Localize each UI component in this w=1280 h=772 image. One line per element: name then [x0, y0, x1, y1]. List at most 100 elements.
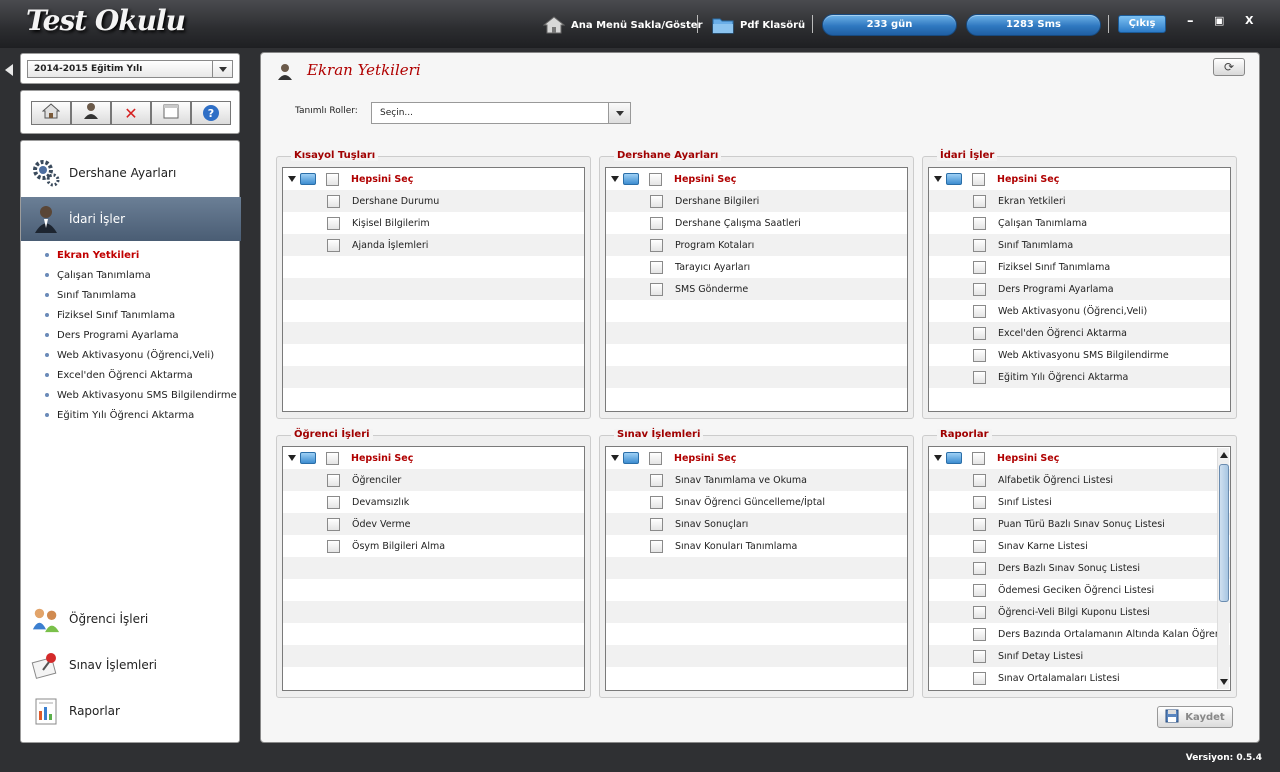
sub-item-ders-programi-ayarlama[interactable]: Ders Programi Ayarlama	[45, 327, 179, 343]
permission-row[interactable]: SMS Gönderme	[606, 278, 907, 300]
education-year-select[interactable]: 2014-2015 Eğitim Yılı	[27, 60, 233, 78]
exit-button[interactable]: Çıkış	[1118, 15, 1166, 33]
permission-row[interactable]: Alfabetik Öğrenci Listesi	[929, 469, 1230, 491]
checkbox[interactable]	[973, 495, 986, 509]
permission-row[interactable]: Program Kotaları	[606, 234, 907, 256]
minimize-button[interactable]: –	[1187, 14, 1194, 29]
permission-row[interactable]: Ajanda İşlemleri	[283, 234, 584, 256]
permission-row[interactable]: Excel'den Öğrenci Aktarma	[929, 322, 1230, 344]
permission-row[interactable]: Eğitim Yılı Öğrenci Aktarma	[929, 366, 1230, 388]
checkbox[interactable]	[327, 495, 340, 509]
select-all-row[interactable]: Hepsini Seç	[929, 447, 1230, 469]
help-button[interactable]: ?	[191, 101, 231, 125]
scroll-up-arrow-icon[interactable]	[1220, 452, 1228, 458]
permission-row[interactable]: Sınav Tanımlama ve Okuma	[606, 469, 907, 491]
checkbox[interactable]	[973, 517, 986, 531]
permission-row[interactable]: Devamsızlık	[283, 491, 584, 513]
checkbox[interactable]	[327, 194, 340, 208]
checkbox[interactable]	[972, 451, 985, 465]
permission-row[interactable]: Öğrenciler	[283, 469, 584, 491]
checkbox[interactable]	[327, 238, 340, 252]
permission-row[interactable]: Kişisel Bilgilerim	[283, 212, 584, 234]
permission-row[interactable]: Ders Bazlı Sınav Sonuç Listesi	[929, 557, 1230, 579]
permission-row[interactable]: Web Aktivasyonu (Öğrenci,Veli)	[929, 300, 1230, 322]
expand-arrow-icon[interactable]	[611, 176, 619, 182]
checkbox[interactable]	[327, 517, 340, 531]
checkbox[interactable]	[973, 194, 986, 208]
scrollbar-thumb[interactable]	[1219, 464, 1229, 602]
checkbox[interactable]	[650, 495, 663, 509]
checkbox[interactable]	[650, 473, 663, 487]
checkbox[interactable]	[327, 216, 340, 230]
sidebar-item-ogrenci-isleri[interactable]: Öğrenci İşleri	[21, 597, 241, 641]
sub-item-ekran-yetkileri[interactable]: Ekran Yetkileri	[45, 247, 139, 263]
select-all-row[interactable]: Hepsini Seç	[283, 447, 584, 469]
expand-arrow-icon[interactable]	[611, 455, 619, 461]
permission-row[interactable]: Sınıf Detay Listesi	[929, 645, 1230, 667]
permission-row[interactable]: Ödev Verme	[283, 513, 584, 535]
sub-item-egitim-yili-ogrenci-aktarma[interactable]: Eğitim Yılı Öğrenci Aktarma	[45, 407, 194, 423]
checkbox[interactable]	[650, 194, 663, 208]
close-button[interactable]: X	[1245, 14, 1253, 27]
checkbox[interactable]	[973, 304, 986, 318]
roles-select[interactable]: Seçin...	[371, 102, 631, 124]
permission-row[interactable]: Fiziksel Sınıf Tanımlama	[929, 256, 1230, 278]
permission-row[interactable]: Çalışan Tanımlama	[929, 212, 1230, 234]
sub-item-web-aktivasyonu[interactable]: Web Aktivasyonu (Öğrenci,Veli)	[45, 347, 214, 363]
sub-item-calisan-tanimlama[interactable]: Çalışan Tanımlama	[45, 267, 151, 283]
permission-row[interactable]: Dershane Bilgileri	[606, 190, 907, 212]
restore-button[interactable]: ▣	[1214, 14, 1224, 27]
checkbox[interactable]	[973, 561, 986, 575]
permission-row[interactable]: Sınıf Listesi	[929, 491, 1230, 513]
calendar-button[interactable]	[151, 101, 191, 125]
checkbox[interactable]	[973, 282, 986, 296]
permission-row[interactable]: Dershane Durumu	[283, 190, 584, 212]
checkbox[interactable]	[973, 326, 986, 340]
home-button[interactable]	[31, 101, 71, 125]
checkbox[interactable]	[326, 172, 339, 186]
select-all-row[interactable]: Hepsini Seç	[606, 447, 907, 469]
permission-row[interactable]: Ders Programi Ayarlama	[929, 278, 1230, 300]
sidebar-item-dershane-ayarlari[interactable]: Dershane Ayarları	[21, 151, 241, 195]
checkbox[interactable]	[650, 260, 663, 274]
expand-arrow-icon[interactable]	[934, 176, 942, 182]
checkbox[interactable]	[649, 172, 662, 186]
checkbox[interactable]	[973, 238, 986, 252]
sub-item-sinif-tanimlama[interactable]: Sınıf Tanımlama	[45, 287, 136, 303]
permission-row[interactable]: Sınav Karne Listesi	[929, 535, 1230, 557]
checkbox[interactable]	[973, 649, 986, 663]
permission-row[interactable]: Sınıf Tanımlama	[929, 234, 1230, 256]
sub-item-excel-ogrenci-aktarma[interactable]: Excel'den Öğrenci Aktarma	[45, 367, 193, 383]
permission-row[interactable]: Ders Bazında Ortalamanın Altında Kalan Ö…	[929, 623, 1230, 645]
permission-row[interactable]: Web Aktivasyonu SMS Bilgilendirme	[929, 344, 1230, 366]
checkbox[interactable]	[650, 238, 663, 252]
checkbox[interactable]	[650, 539, 663, 553]
permission-row[interactable]: Sınav Sonuçları	[606, 513, 907, 535]
permission-row[interactable]: Sınav Öğrenci Güncelleme/İptal	[606, 491, 907, 513]
checkbox[interactable]	[327, 473, 340, 487]
user-button[interactable]	[71, 101, 111, 125]
refresh-button[interactable]: ⟳	[1213, 58, 1245, 76]
permission-row[interactable]: Dershane Çalışma Saatleri	[606, 212, 907, 234]
checkbox[interactable]	[650, 282, 663, 296]
sub-item-fiziksel-sinif-tanimlama[interactable]: Fiziksel Sınıf Tanımlama	[45, 307, 175, 323]
checkbox[interactable]	[973, 370, 986, 384]
sidebar-item-raporlar[interactable]: Raporlar	[21, 689, 241, 733]
sidebar-item-sinav-islemleri[interactable]: Sınav İşlemleri	[21, 643, 241, 687]
permission-row[interactable]: Sınav Konuları Tanımlama	[606, 535, 907, 557]
permission-row[interactable]: Ekran Yetkileri	[929, 190, 1230, 212]
permission-row[interactable]: Ösym Bilgileri Alma	[283, 535, 584, 557]
expand-arrow-icon[interactable]	[288, 455, 296, 461]
select-all-row[interactable]: Hepsini Seç	[283, 168, 584, 190]
sub-item-web-aktivasyonu-sms[interactable]: Web Aktivasyonu SMS Bilgilendirme	[45, 387, 237, 403]
select-all-row[interactable]: Hepsini Seç	[606, 168, 907, 190]
checkbox[interactable]	[973, 583, 986, 597]
checkbox[interactable]	[327, 539, 340, 553]
checkbox[interactable]	[326, 451, 339, 465]
select-all-row[interactable]: Hepsini Seç	[929, 168, 1230, 190]
checkbox[interactable]	[973, 348, 986, 362]
checkbox[interactable]	[650, 517, 663, 531]
checkbox[interactable]	[973, 260, 986, 274]
checkbox[interactable]	[649, 451, 662, 465]
pdf-folder-button[interactable]: Pdf Klasörü	[712, 14, 805, 36]
